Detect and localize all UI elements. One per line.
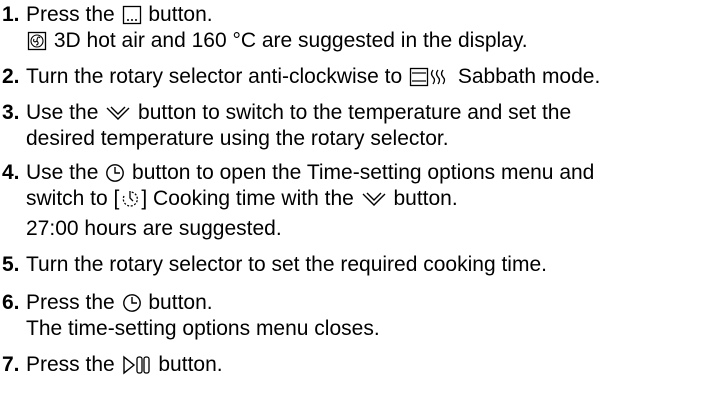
step-body: Press the button. 3D hot air and 160 °C … <box>26 2 528 54</box>
step-text: button to open the Time-setting options … <box>126 161 595 184</box>
instruction-steps: 1. Press the button. 3D hot air and 160 … <box>0 0 701 396</box>
hot-air-fan-icon <box>27 31 47 51</box>
step-text: button. <box>387 187 458 210</box>
step-text: 27:00 hours are suggested. <box>26 217 282 240</box>
step-body: Press the button. <box>26 352 223 378</box>
start-pause-icon <box>122 355 152 375</box>
step-line: 27:00 hours are suggested. <box>26 216 594 242</box>
sabbath-mode-icon <box>409 67 451 87</box>
step-number: 3. <box>2 101 20 124</box>
step-text: button. <box>142 3 213 26</box>
step-body: Turn the rotary selector to set the requ… <box>26 252 547 278</box>
step-body: Use the button to open the Time-setting … <box>26 160 594 242</box>
step-text: Press the <box>26 291 121 314</box>
step-text: Turn the rotary selector to set the requ… <box>26 253 547 276</box>
step-line: Use the button to switch to the temperat… <box>26 100 571 126</box>
step-number: 7. <box>2 353 20 376</box>
step-line: 3D hot air and 160 °C are suggested in t… <box>26 28 528 54</box>
step-line: Turn the rotary selector to set the requ… <box>26 252 547 278</box>
step-text: Sabbath mode. <box>452 65 601 88</box>
step-text: Turn the rotary selector anti-clockwise … <box>26 65 409 88</box>
step-number: 5. <box>2 253 20 276</box>
step-text: ] Cooking time with the <box>141 187 360 210</box>
step-line: Use the button to open the Time-setting … <box>26 160 594 186</box>
clock-icon <box>105 163 125 183</box>
step-line: desired temperature using the rotary sel… <box>26 126 571 152</box>
menu-button-icon <box>122 5 142 25</box>
step-text: switch to [ <box>26 187 120 210</box>
step-text: desired temperature using the rotary sel… <box>26 127 449 150</box>
step-text: button. <box>152 353 223 376</box>
step-body: Press the button. The time-setting optio… <box>26 290 380 342</box>
clock-icon <box>122 293 142 313</box>
step-line: Turn the rotary selector anti-clockwise … <box>26 64 600 90</box>
step-line: switch to [ ] Cooking time with the butto… <box>26 186 594 212</box>
step-body: Use the button to switch to the temperat… <box>26 100 571 152</box>
step-text: Use the <box>26 101 105 124</box>
step-text: button. <box>142 291 213 314</box>
step-text: Use the <box>26 161 105 184</box>
step-body: Turn the rotary selector anti-clockwise … <box>26 64 600 90</box>
step-line: Press the button. <box>26 2 528 28</box>
step-line: Press the button. <box>26 290 380 316</box>
step-line: Press the button. <box>26 352 223 378</box>
step-text: 3D hot air and 160 °C are suggested in t… <box>48 29 528 52</box>
step-number: 6. <box>2 291 20 314</box>
step-line: The time-setting options menu closes. <box>26 316 380 342</box>
step-text: button to switch to the temperature and … <box>132 101 572 124</box>
step-text: Press the <box>26 3 121 26</box>
step-number: 1. <box>2 3 20 26</box>
chevron-down-icon <box>105 103 131 123</box>
step-text: The time-setting options menu closes. <box>26 317 380 340</box>
step-text: Press the <box>26 353 121 376</box>
step-number: 4. <box>2 161 20 184</box>
step-number: 2. <box>2 65 20 88</box>
cooking-time-icon <box>120 189 140 209</box>
chevron-down-icon <box>361 189 387 209</box>
